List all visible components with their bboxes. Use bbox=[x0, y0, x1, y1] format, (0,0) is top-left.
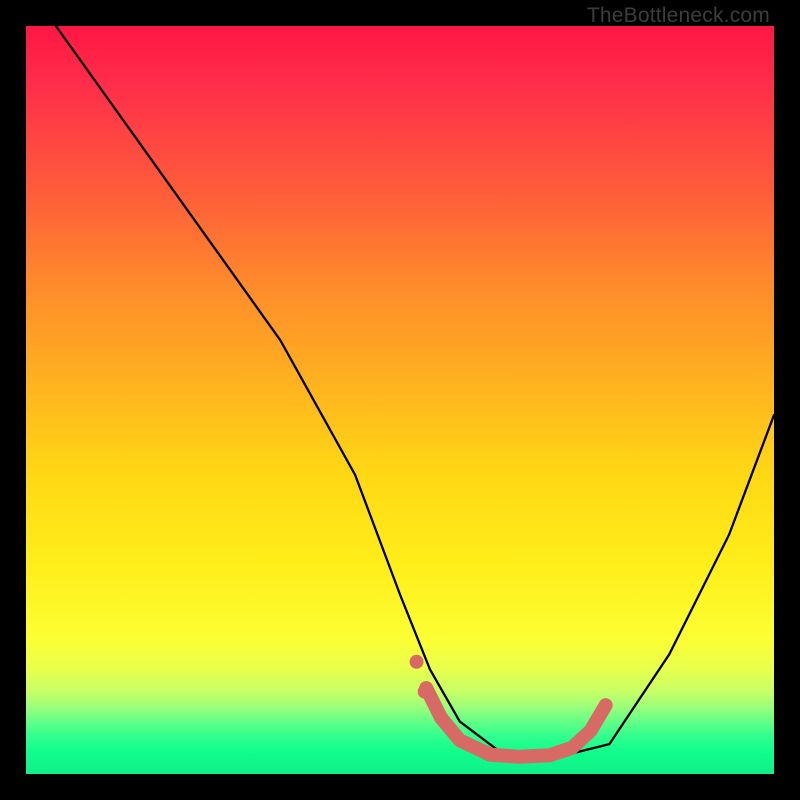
chart-svg bbox=[26, 26, 774, 774]
highlight-segment bbox=[426, 688, 606, 757]
bottleneck-curve-path bbox=[56, 26, 774, 759]
highlight-dots bbox=[410, 655, 432, 699]
chart-frame bbox=[26, 26, 774, 774]
highlight-dot bbox=[410, 655, 424, 669]
highlight-dot bbox=[418, 685, 432, 699]
chart-curve bbox=[56, 26, 774, 759]
watermark-text: TheBottleneck.com bbox=[587, 4, 770, 28]
highlight-segment-path bbox=[426, 688, 606, 757]
